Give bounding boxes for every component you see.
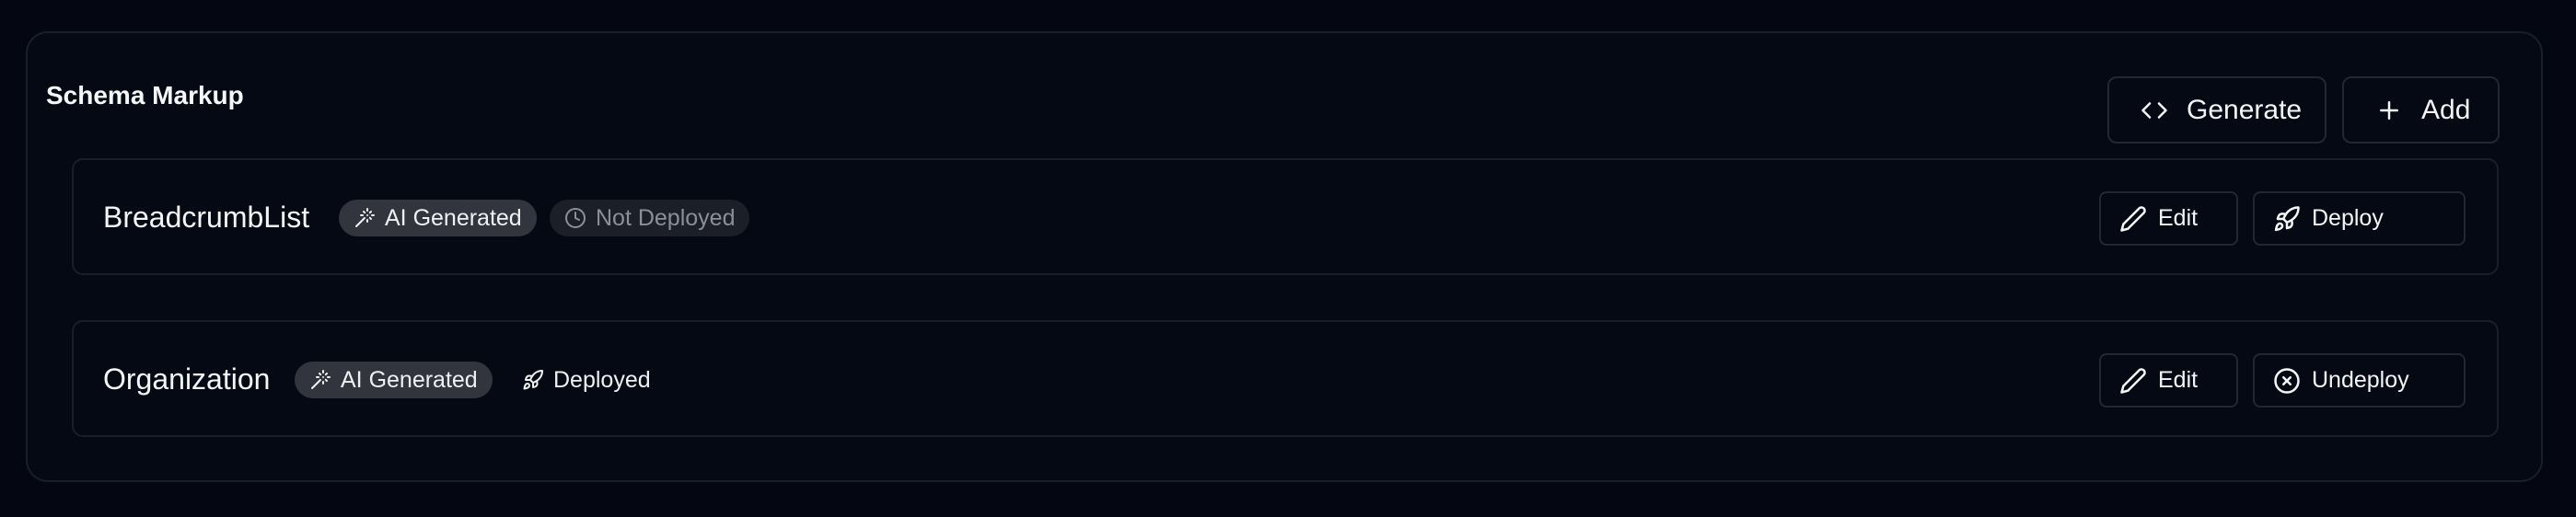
plus-icon: [2375, 97, 2403, 124]
pencil-icon: [2119, 367, 2147, 395]
generate-button-label: Generate: [2187, 94, 2303, 125]
ai-generated-badge: AI Generated: [295, 362, 493, 398]
x-circle-icon: [2273, 367, 2301, 395]
magic-wand-icon: [309, 369, 331, 391]
magic-wand-icon: [354, 207, 376, 229]
add-button[interactable]: Add: [2342, 76, 2500, 144]
ai-generated-badge: AI Generated: [339, 200, 537, 236]
code-icon: [2141, 97, 2168, 124]
ai-generated-label: AI Generated: [341, 366, 478, 393]
undeploy-button[interactable]: Undeploy: [2253, 353, 2466, 408]
status-label: Deployed: [553, 366, 651, 393]
undeploy-button-label: Undeploy: [2312, 367, 2409, 393]
deploy-button-label: Deploy: [2312, 205, 2384, 231]
schema-name: Organization: [103, 362, 271, 396]
ai-generated-label: AI Generated: [385, 204, 522, 231]
schema-row-breadcrumblist: BreadcrumbList AI Generated Not Deployed…: [72, 158, 2499, 275]
pencil-icon: [2119, 205, 2147, 233]
add-button-label: Add: [2421, 94, 2471, 125]
status-label: Not Deployed: [596, 204, 736, 231]
status-badge: Deployed: [522, 362, 651, 398]
rocket-icon: [522, 369, 544, 391]
deploy-button[interactable]: Deploy: [2253, 191, 2466, 246]
status-badge: Not Deployed: [550, 200, 750, 236]
rocket-icon: [2273, 205, 2301, 233]
schema-row-organization: Organization AI Generated Deployed Edit …: [72, 320, 2499, 437]
edit-button[interactable]: Edit: [2099, 353, 2238, 408]
schema-name: BreadcrumbList: [103, 201, 310, 234]
edit-button-label: Edit: [2158, 367, 2199, 393]
edit-button[interactable]: Edit: [2099, 191, 2238, 246]
generate-button[interactable]: Generate: [2107, 76, 2327, 144]
section-title: Schema Markup: [46, 81, 244, 109]
clock-icon: [564, 207, 586, 229]
edit-button-label: Edit: [2158, 205, 2199, 231]
